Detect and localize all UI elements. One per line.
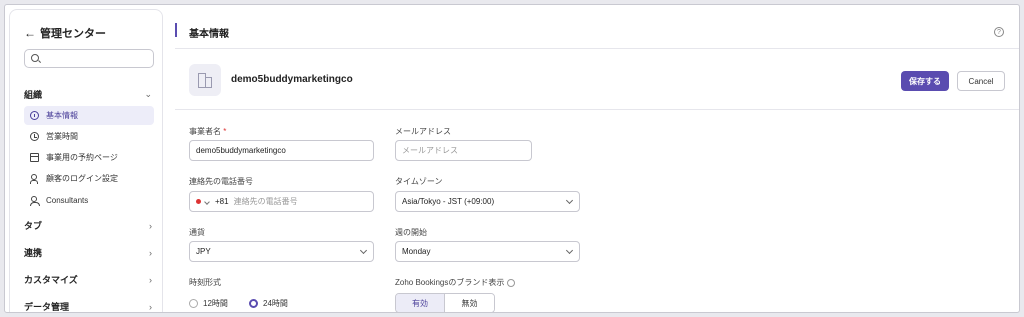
section-label: 連携 — [24, 248, 43, 258]
page-title: 基本情報 — [189, 29, 229, 40]
chevron-down-icon — [359, 246, 368, 255]
sidebar-title: 管理センター — [40, 28, 106, 40]
page-header: 基本情報 ? — [175, 9, 1019, 49]
branding-label: Zoho Bookingsのブランド表示 — [395, 277, 516, 288]
currency-select[interactable]: JPY — [189, 241, 374, 262]
sidebar-section-org[interactable]: 組織 ⌄ — [24, 88, 152, 101]
branding-toggle: 有効 無効 — [395, 293, 495, 312]
section-label: 組織 — [24, 90, 43, 100]
sidebar-item-basic-info[interactable]: 基本情報 — [24, 106, 154, 125]
page-icon — [30, 153, 39, 162]
currency-value: JPY — [196, 247, 211, 256]
chevron-down-icon — [565, 246, 574, 255]
back-arrow-icon: ← — [24, 26, 36, 40]
section-label: データ管理 — [24, 302, 70, 312]
chevron-right-icon: › — [149, 247, 152, 258]
week-start-value: Monday — [402, 247, 431, 256]
help-icon[interactable]: ? — [994, 27, 1004, 37]
sidebar-item-business-hours[interactable]: 営業時間 — [24, 127, 154, 146]
phone-label: 連絡先の電話番号 — [189, 177, 253, 186]
back-to-admin-center[interactable]: ← 管理センター — [24, 25, 106, 41]
chevron-down-icon: ⌄ — [144, 89, 152, 99]
sidebar-item-label: 顧客のログイン設定 — [46, 174, 118, 183]
phone-field[interactable]: +81 連絡先の電話番号 — [189, 191, 374, 212]
cancel-button[interactable]: Cancel — [957, 71, 1005, 91]
radio-button-selected — [249, 299, 258, 308]
dial-code: +81 — [215, 197, 229, 206]
week-start-select[interactable]: Monday — [395, 241, 580, 262]
clock-icon — [30, 132, 39, 141]
timezone-value: Asia/Tokyo - JST (+09:00) — [402, 197, 495, 206]
chevron-right-icon: › — [149, 274, 152, 285]
radio-button — [189, 299, 198, 308]
sidebar: ← 管理センター 組織 ⌄ 基本情報 営業時間 事業用の予約ページ 顧客のログイ… — [9, 9, 163, 313]
business-header: demo5buddymarketingco 保存する Cancel — [175, 50, 1019, 110]
sidebar-item-booking-page[interactable]: 事業用の予約ページ — [24, 148, 154, 167]
sidebar-section-integration[interactable]: 連携 › — [24, 246, 152, 259]
time-format-label: 時刻形式 — [189, 278, 221, 287]
phone-placeholder: 連絡先の電話番号 — [233, 197, 298, 206]
sidebar-item-customer-login[interactable]: 顧客のログイン設定 — [24, 169, 154, 188]
search-icon — [31, 54, 39, 62]
business-name-label: 事業者名 * — [189, 126, 226, 137]
email-label: メールアドレス — [395, 127, 451, 136]
building-icon-part — [205, 77, 212, 88]
email-field[interactable]: メールアドレス — [395, 140, 532, 161]
label-text: 事業者名 — [189, 127, 221, 136]
chevron-down-icon[interactable] — [204, 198, 210, 205]
header-accent-bar — [175, 23, 177, 37]
section-label: カスタマイズ — [24, 275, 78, 285]
save-button[interactable]: 保存する — [901, 71, 949, 91]
info-icon[interactable] — [507, 278, 516, 287]
chevron-right-icon: › — [149, 220, 152, 231]
branding-enabled-option[interactable]: 有効 — [396, 294, 445, 312]
users-icon — [30, 196, 40, 206]
main-panel: 基本情報 ? demo5buddymarketingco 保存する Cancel… — [175, 9, 1019, 312]
search-input[interactable] — [43, 52, 151, 66]
business-name: demo5buddymarketingco — [231, 74, 353, 85]
app-frame: ← 管理センター 組織 ⌄ 基本情報 営業時間 事業用の予約ページ 顧客のログイ… — [4, 4, 1020, 313]
info-icon — [30, 111, 39, 120]
branding-disabled-option[interactable]: 無効 — [445, 294, 494, 312]
timezone-label: タイムゾーン — [395, 177, 443, 186]
japan-flag-icon — [196, 199, 201, 204]
chevron-right-icon: › — [149, 301, 152, 312]
sidebar-item-consultants[interactable]: Consultants — [24, 191, 154, 210]
radio-label: 12時間 — [203, 299, 228, 308]
chevron-down-icon — [565, 196, 574, 205]
currency-label: 通貨 — [189, 228, 205, 237]
sidebar-search[interactable] — [24, 49, 154, 68]
sidebar-item-label: 営業時間 — [46, 132, 78, 141]
timezone-select[interactable]: Asia/Tokyo - JST (+09:00) — [395, 191, 580, 212]
sidebar-section-customize[interactable]: カスタマイズ › — [24, 273, 152, 286]
sidebar-section-tab[interactable]: タブ › — [24, 219, 152, 232]
sidebar-section-data[interactable]: データ管理 › — [24, 300, 152, 313]
radio-24h[interactable]: 24時間 — [249, 298, 288, 309]
radio-12h[interactable]: 12時間 — [189, 298, 228, 309]
sidebar-item-label: Consultants — [46, 196, 89, 205]
week-start-label: 週の開始 — [395, 228, 427, 237]
label-text: Zoho Bookingsのブランド表示 — [395, 278, 505, 287]
section-label: タブ — [24, 221, 43, 231]
required-mark: * — [223, 127, 227, 136]
business-name-field[interactable]: demo5buddymarketingco — [189, 140, 374, 161]
sidebar-item-label: 事業用の予約ページ — [46, 153, 118, 162]
sidebar-item-label: 基本情報 — [46, 111, 78, 120]
radio-label: 24時間 — [263, 299, 288, 308]
business-logo[interactable] — [189, 64, 221, 96]
user-key-icon — [30, 174, 39, 184]
